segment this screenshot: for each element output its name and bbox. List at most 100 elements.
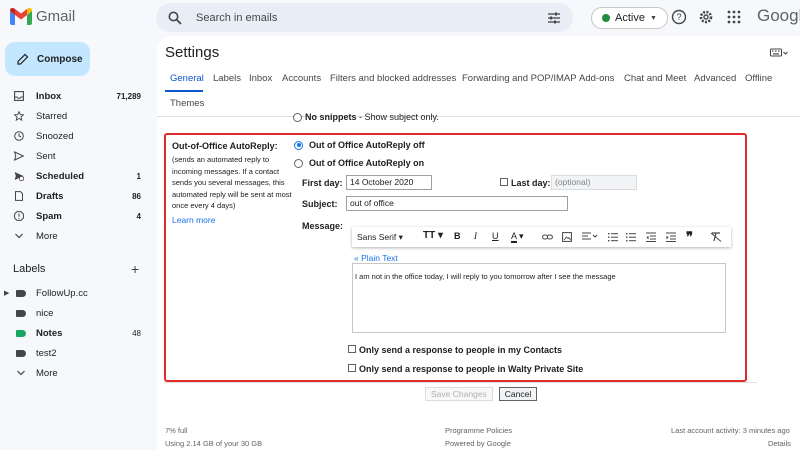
sidebar-item-label: Scheduled <box>36 170 85 182</box>
first-day-input[interactable]: 14 October 2020 <box>346 175 432 190</box>
subject-input[interactable]: out of office <box>346 196 568 211</box>
send-icon <box>14 151 24 161</box>
label-item-nice[interactable]: nice <box>0 303 155 323</box>
org-only-checkbox[interactable] <box>348 364 356 372</box>
scheduled-icon <box>14 172 24 181</box>
sidebar-item-label: Inbox <box>36 90 62 102</box>
svg-text:?: ? <box>676 12 681 22</box>
font-family-label: Sans Serif <box>357 232 397 242</box>
indent-less-icon[interactable] <box>646 232 656 242</box>
align-icon[interactable] <box>582 232 598 242</box>
gmail-logo[interactable]: Gmail <box>10 8 75 25</box>
tab-offline[interactable]: Offline <box>745 73 772 84</box>
ooo-on-option[interactable]: Out of Office AutoReply on <box>294 158 424 168</box>
tab-chat-meet[interactable]: Chat and Meet <box>624 73 686 84</box>
compose-button[interactable]: Compose <box>5 42 90 76</box>
underline-icon[interactable]: U <box>492 231 499 241</box>
tab-filters[interactable]: Filters and blocked addresses <box>330 73 456 84</box>
tab-labels[interactable]: Labels <box>213 73 241 84</box>
save-changes-button[interactable]: Save Changes <box>425 387 493 401</box>
sidebar-item-starred[interactable]: Starred <box>0 106 155 126</box>
snippet-option[interactable]: No snippets - Show subject only. <box>293 112 439 123</box>
keyboard-icon[interactable] <box>770 48 788 58</box>
ooo-off-option[interactable]: Out of Office AutoReply off <box>294 140 425 150</box>
font-family-select[interactable]: Sans Serif ▾ <box>357 232 403 243</box>
search-options-icon[interactable] <box>547 11 561 25</box>
label-item-followup[interactable]: ▶ FollowUp.cc <box>0 283 155 303</box>
label-item-notes[interactable]: Notes 48 <box>0 323 155 343</box>
sidebar-item-label: Starred <box>36 110 68 122</box>
page-title: Settings <box>165 44 220 61</box>
tab-themes[interactable]: Themes <box>170 98 204 109</box>
label-tag-icon <box>16 309 26 317</box>
labels-list: ▶ FollowUp.cc nice Notes 48 test2 More <box>0 283 155 383</box>
spam-icon <box>14 211 24 221</box>
sidebar-item-spam[interactable]: Spam 4 <box>0 206 155 226</box>
bulleted-list-icon[interactable] <box>626 232 636 242</box>
snippet-desc: - Show subject only. <box>356 112 439 122</box>
sidebar-item-snoozed[interactable]: Snoozed <box>0 126 155 146</box>
google-brand[interactable]: Googl <box>757 6 800 26</box>
expand-caret-icon[interactable]: ▶ <box>4 289 9 297</box>
tabs-divider <box>157 116 800 117</box>
label-name: More <box>36 367 58 379</box>
tab-forwarding[interactable]: Forwarding and POP/IMAP <box>462 73 577 84</box>
label-item-more[interactable]: More <box>0 363 155 383</box>
status-selector[interactable]: Active ▼ <box>591 7 668 29</box>
text-color-icon[interactable]: A ▾ <box>511 231 524 243</box>
link-icon[interactable] <box>542 232 553 242</box>
message-body-editor[interactable]: I am not in the office today, I will rep… <box>352 263 726 333</box>
sidebar-item-count: 1 <box>136 171 141 181</box>
plain-text-link[interactable]: « Plain Text <box>354 253 398 263</box>
label-tag-icon <box>16 289 26 297</box>
details-link[interactable]: Details <box>768 439 791 448</box>
label-name: FollowUp.cc <box>36 287 88 299</box>
ooo-on-radio[interactable] <box>294 158 303 168</box>
apps-grid-icon[interactable] <box>726 9 742 25</box>
label-item-test2[interactable]: test2 <box>0 343 155 363</box>
snippet-label: No snippets <box>305 112 357 122</box>
settings-gear-icon[interactable] <box>698 9 714 25</box>
tab-addons[interactable]: Add-ons <box>579 73 614 84</box>
sidebar-item-count: 86 <box>132 191 141 201</box>
search-bar[interactable]: Search in emails <box>156 3 573 32</box>
sidebar: Compose Inbox 71,289 Starred Snoozed Sen… <box>0 36 155 450</box>
last-day-checkbox[interactable] <box>500 178 508 186</box>
bold-icon[interactable]: B <box>454 231 461 241</box>
image-icon[interactable] <box>562 232 572 242</box>
tab-accounts[interactable]: Accounts <box>282 73 321 84</box>
learn-more-link[interactable]: Learn more <box>172 215 215 225</box>
ooo-autoreply-section: Out-of-Office AutoReply: (sends an autom… <box>164 133 747 382</box>
cancel-button[interactable]: Cancel <box>498 387 538 401</box>
sidebar-item-label: Sent <box>36 150 56 162</box>
sidebar-item-more[interactable]: More <box>0 226 155 246</box>
ooo-on-label: Out of Office AutoReply on <box>309 158 425 168</box>
quote-icon[interactable]: ❞ <box>686 229 693 245</box>
label-tag-icon <box>16 329 26 337</box>
sidebar-item-drafts[interactable]: Drafts 86 <box>0 186 155 206</box>
tab-inbox[interactable]: Inbox <box>249 73 272 84</box>
font-size-icon[interactable]: TT ▾ <box>423 230 443 241</box>
active-tab-indicator <box>165 90 203 92</box>
help-icon[interactable]: ? <box>671 9 687 25</box>
programme-policies-link[interactable]: Programme Policies <box>445 426 512 435</box>
sidebar-item-inbox[interactable]: Inbox 71,289 <box>0 86 155 106</box>
add-label-icon[interactable]: + <box>131 261 139 277</box>
search-input[interactable]: Search in emails <box>196 12 547 24</box>
ooo-off-radio[interactable] <box>294 140 303 150</box>
chevron-down-icon <box>17 370 25 376</box>
snippet-radio[interactable] <box>293 113 302 123</box>
contacts-only-checkbox[interactable] <box>348 345 356 353</box>
sidebar-item-sent[interactable]: Sent <box>0 146 155 166</box>
remove-formatting-icon[interactable] <box>710 232 722 242</box>
search-icon[interactable] <box>168 11 182 25</box>
indent-more-icon[interactable] <box>666 232 676 242</box>
sidebar-item-count: 4 <box>136 211 141 221</box>
numbered-list-icon[interactable] <box>608 232 618 242</box>
italic-icon[interactable]: I <box>474 231 477 241</box>
sidebar-item-scheduled[interactable]: Scheduled 1 <box>0 166 155 186</box>
tab-general[interactable]: General <box>170 73 204 84</box>
last-day-input[interactable]: (optional) <box>551 175 637 190</box>
draft-icon <box>15 191 23 201</box>
tab-advanced[interactable]: Advanced <box>694 73 736 84</box>
